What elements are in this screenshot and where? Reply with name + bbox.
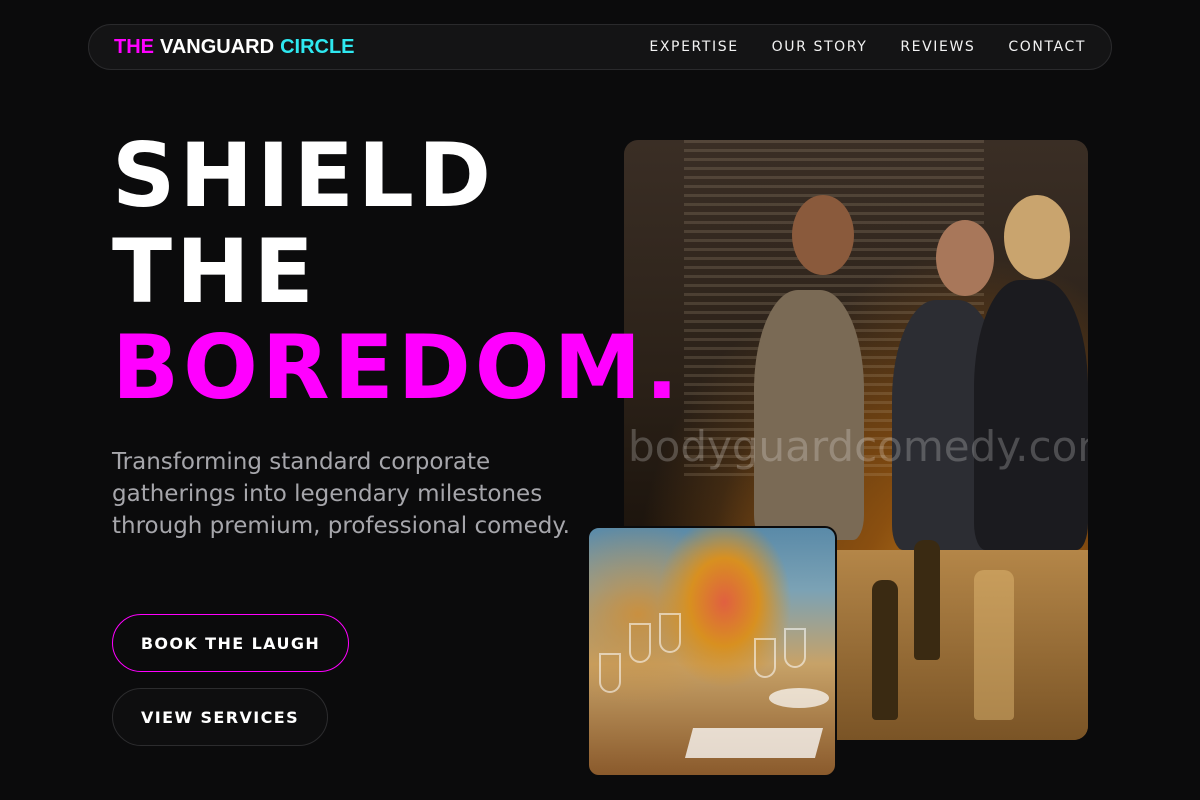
guest-figure <box>754 290 864 540</box>
nav-link-contact[interactable]: CONTACT <box>1008 39 1086 55</box>
table-setting-photo <box>587 526 837 777</box>
bar-table <box>824 550 1088 740</box>
guest-figure <box>974 280 1088 550</box>
nav-link-expertise[interactable]: EXPERTISE <box>649 39 738 55</box>
hero-headline: SHIELD THE BOREDOM. <box>112 128 683 416</box>
carafe <box>974 570 1014 720</box>
guest-head <box>792 195 854 275</box>
guest-head <box>1004 195 1070 279</box>
wine-glass <box>599 653 621 693</box>
nav-links: EXPERTISE OUR STORY REVIEWS CONTACT <box>649 39 1086 55</box>
headline-line-3: BOREDOM. <box>112 316 683 419</box>
table-napkin <box>684 728 824 758</box>
nav-link-reviews[interactable]: REVIEWS <box>900 39 975 55</box>
wine-bottle <box>914 540 940 660</box>
headline-line-2: THE <box>112 220 318 323</box>
brand-logo[interactable]: THE VANGUARD CIRCLE <box>114 36 355 59</box>
nav-link-our-story[interactable]: OUR STORY <box>772 39 868 55</box>
view-services-button[interactable]: VIEW SERVICES <box>112 688 328 746</box>
wine-glass <box>659 613 681 653</box>
guest-head <box>936 220 994 296</box>
book-the-laugh-button[interactable]: BOOK THE LAUGH <box>112 614 349 672</box>
photo-watermark: bodyguardcomedy.com <box>628 422 1088 471</box>
logo-word-circle: CIRCLE <box>280 35 355 58</box>
logo-word-the: THE <box>114 35 154 58</box>
hero-subtext: Transforming standard corporate gatherin… <box>112 449 570 539</box>
wine-glass <box>784 628 806 668</box>
wine-glass <box>754 638 776 678</box>
wine-bottle <box>872 580 898 720</box>
logo-word-vanguard: VANGUARD <box>160 35 275 58</box>
dinner-plate <box>769 688 829 708</box>
wine-glass <box>629 623 651 663</box>
top-navigation: THE VANGUARD CIRCLE EXPERTISE OUR STORY … <box>88 24 1112 70</box>
headline-line-1: SHIELD <box>112 124 496 227</box>
